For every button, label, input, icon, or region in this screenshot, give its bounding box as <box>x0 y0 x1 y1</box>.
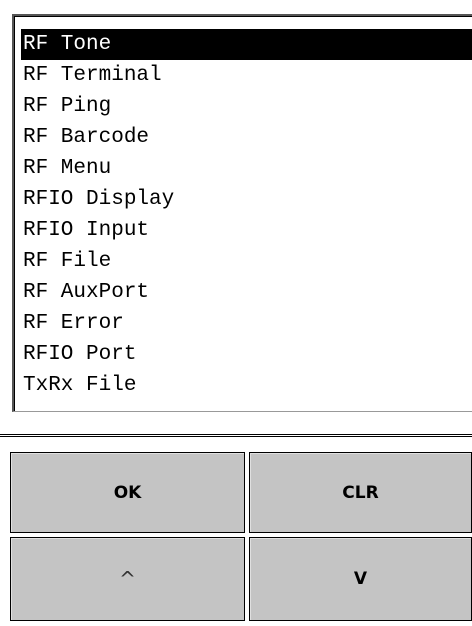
down-arrow-icon: V <box>353 569 368 589</box>
list-item-rf-ping[interactable]: RF Ping <box>21 91 472 122</box>
list-item-rfio-display[interactable]: RFIO Display <box>21 184 472 215</box>
list-item-rf-terminal[interactable]: RF Terminal <box>21 60 472 91</box>
list-item-rfio-port[interactable]: RFIO Port <box>21 339 472 370</box>
panel-divider <box>0 434 472 437</box>
up-arrow-icon: ^ <box>119 567 136 591</box>
clear-button[interactable]: CLR <box>249 452 472 533</box>
ok-button-label: OK <box>113 482 142 503</box>
scroll-down-button[interactable]: V <box>249 537 472 621</box>
list-item-rf-file[interactable]: RF File <box>21 246 472 277</box>
list-item-rf-barcode[interactable]: RF Barcode <box>21 122 472 153</box>
list-item-txrx-file[interactable]: TxRx File <box>21 370 472 401</box>
function-list-panel: RF Tone RF Terminal RF Ping RF Barcode R… <box>12 14 472 412</box>
function-list[interactable]: RF Tone RF Terminal RF Ping RF Barcode R… <box>21 29 472 401</box>
list-item-rf-menu[interactable]: RF Menu <box>21 153 472 184</box>
list-item-rf-auxport[interactable]: RF AuxPort <box>21 277 472 308</box>
clear-button-label: CLR <box>342 482 379 503</box>
list-item-rf-error[interactable]: RF Error <box>21 308 472 339</box>
ok-button[interactable]: OK <box>10 452 245 533</box>
function-list-frame: RF Tone RF Terminal RF Ping RF Barcode R… <box>14 16 472 411</box>
list-item-rfio-input[interactable]: RFIO Input <box>21 215 472 246</box>
list-item-rf-tone[interactable]: RF Tone <box>21 29 472 60</box>
scroll-up-button[interactable]: ^ <box>10 537 245 621</box>
